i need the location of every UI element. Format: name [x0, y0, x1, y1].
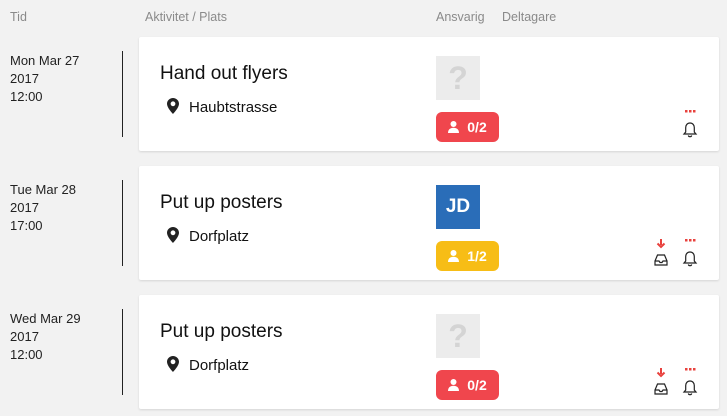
activity-date: Mon Mar 27 2017 12:00 — [10, 52, 79, 106]
timeline-divider — [122, 51, 123, 137]
date-day: Mon Mar 27 — [10, 53, 80, 68]
participants-count: 0/2 — [467, 377, 487, 393]
date-time: 17:00 — [10, 218, 43, 233]
activity-place: Dorfplatz — [167, 227, 249, 247]
place-name: Dorfplatz — [189, 357, 250, 374]
responsible-avatar-empty[interactable]: ? — [436, 314, 480, 358]
activity-place: Haubtstrasse — [167, 98, 277, 118]
activity-title[interactable]: Hand out flyers — [160, 63, 288, 85]
responsible-avatar[interactable]: JD — [436, 185, 480, 229]
column-header-activity: Aktivitet / Plats — [145, 10, 227, 24]
column-header-participants: Deltagare — [502, 10, 557, 24]
activity-date: Wed Mar 29 2017 12:00 — [10, 310, 81, 364]
date-year: 2017 — [10, 71, 39, 86]
person-icon — [448, 371, 460, 401]
bell-icon[interactable] — [680, 238, 700, 270]
participants-badge[interactable]: 0/2 — [436, 370, 499, 400]
activity-row: Mon Mar 27 2017 12:00 Hand out flyers Ha… — [0, 37, 727, 155]
location-pin-icon — [167, 227, 179, 247]
activity-title[interactable]: Put up posters — [160, 192, 283, 214]
date-time: 12:00 — [10, 347, 43, 362]
activity-title[interactable]: Put up posters — [160, 321, 283, 343]
date-day: Tue Mar 28 — [10, 182, 76, 197]
place-name: Dorfplatz — [189, 228, 250, 245]
date-day: Wed Mar 29 — [10, 311, 81, 326]
place-name: Haubtstrasse — [189, 99, 278, 116]
person-icon — [448, 113, 460, 143]
activity-row: Wed Mar 29 2017 12:00 Put up posters Dor… — [0, 295, 727, 413]
participants-badge[interactable]: 0/2 — [436, 112, 499, 142]
participants-count: 0/2 — [467, 119, 487, 135]
inbox-icon[interactable] — [651, 238, 671, 270]
inbox-icon[interactable] — [651, 367, 671, 399]
date-year: 2017 — [10, 329, 39, 344]
location-pin-icon — [167, 356, 179, 376]
participants-badge[interactable]: 1/2 — [436, 241, 499, 271]
person-icon — [448, 242, 460, 272]
responsible-avatar-empty[interactable]: ? — [436, 56, 480, 100]
bell-icon[interactable] — [680, 367, 700, 399]
location-pin-icon — [167, 98, 179, 118]
activity-card[interactable]: Put up posters Dorfplatz JD 1/2 — [139, 166, 719, 280]
timeline-divider — [122, 309, 123, 395]
date-time: 12:00 — [10, 89, 43, 104]
activity-card[interactable]: Hand out flyers Haubtstrasse ? 0/2 — [139, 37, 719, 151]
column-header-time: Tid — [10, 10, 27, 24]
activity-card[interactable]: Put up posters Dorfplatz ? 0/2 — [139, 295, 719, 409]
participants-count: 1/2 — [467, 248, 487, 264]
column-header-responsible: Ansvarig — [436, 10, 485, 24]
activity-date: Tue Mar 28 2017 17:00 — [10, 181, 76, 235]
date-year: 2017 — [10, 200, 39, 215]
bell-icon[interactable] — [680, 109, 700, 141]
activity-place: Dorfplatz — [167, 356, 249, 376]
activity-row: Tue Mar 28 2017 17:00 Put up posters Dor… — [0, 166, 727, 284]
timeline-divider — [122, 180, 123, 266]
table-header: Tid Aktivitet / Plats Ansvarig Deltagare — [0, 0, 727, 36]
